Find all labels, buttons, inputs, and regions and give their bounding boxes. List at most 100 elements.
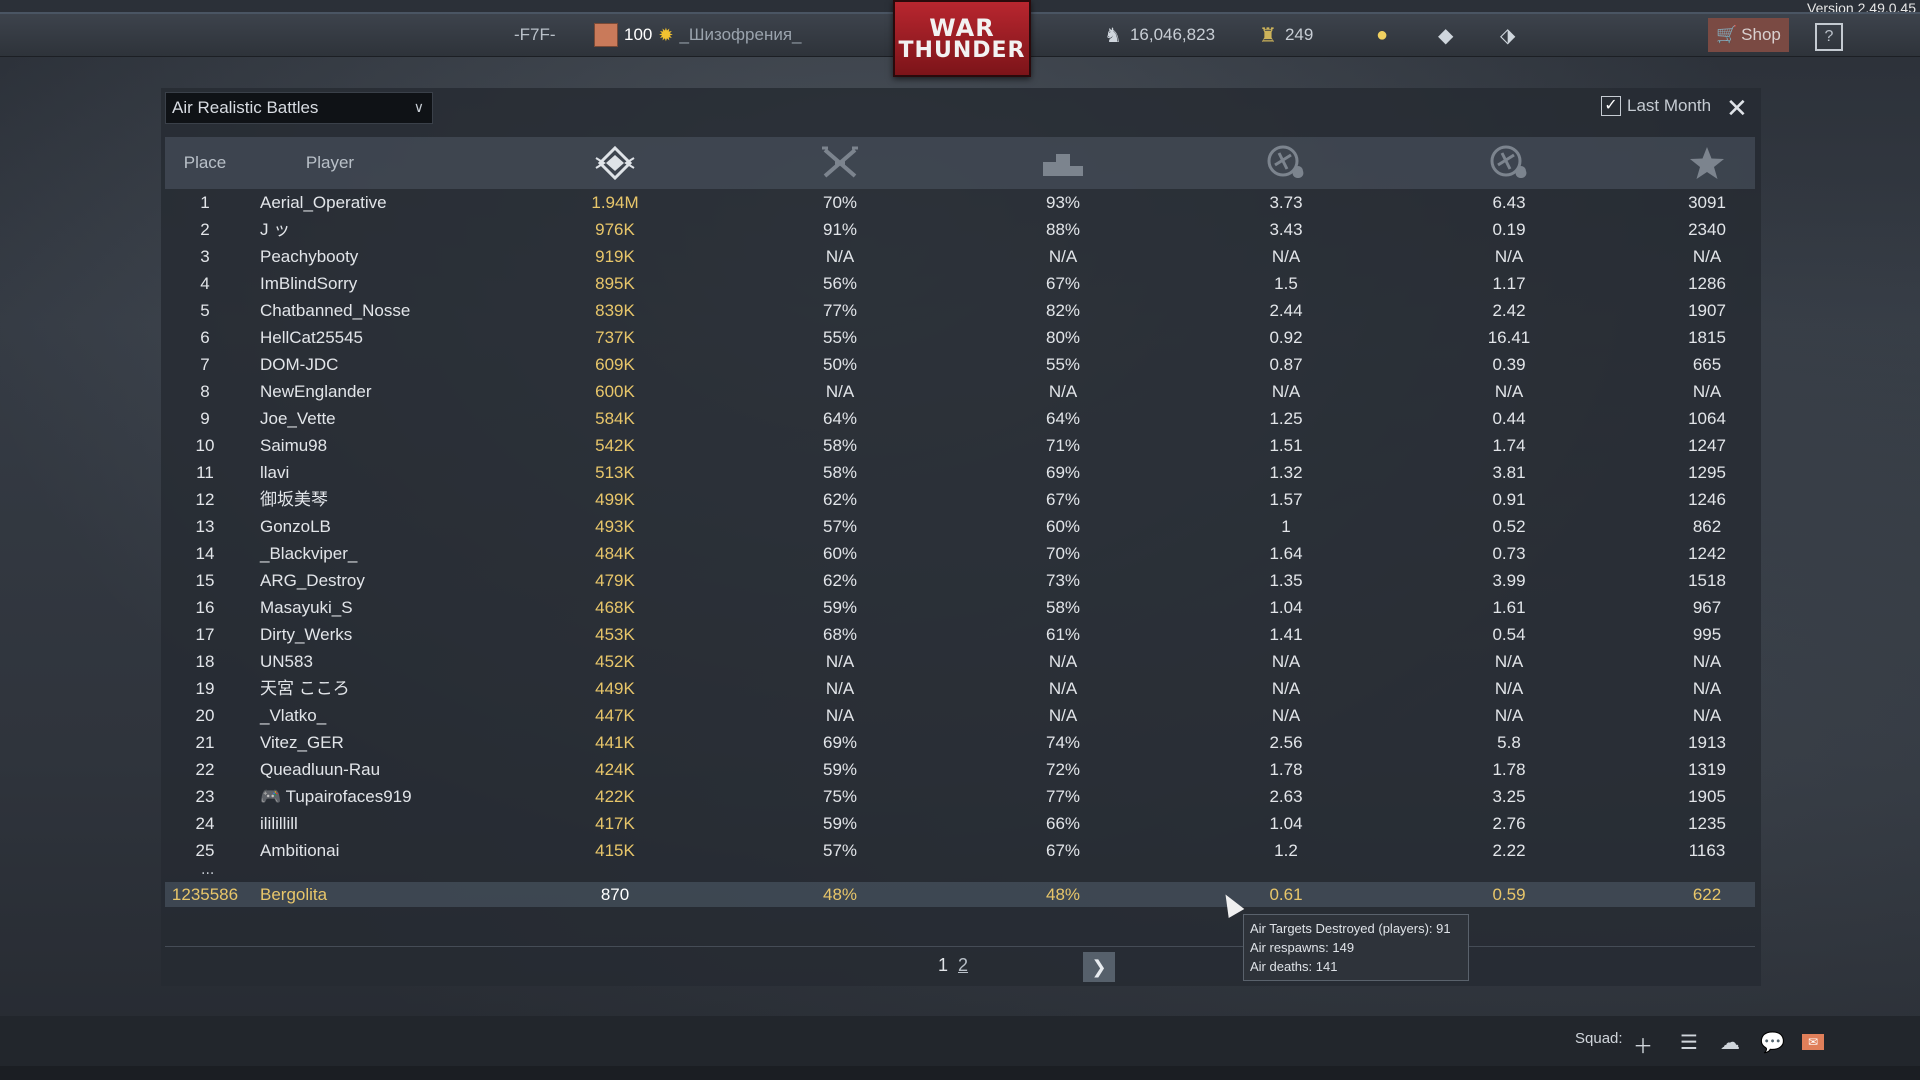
help-button[interactable]: ?	[1815, 23, 1843, 51]
row-battles: 1286	[1688, 274, 1726, 293]
list-icon[interactable]: ☰	[1680, 1030, 1698, 1054]
row-win-rate: N/A	[825, 247, 855, 266]
row-podium-rate: 73%	[1045, 571, 1081, 590]
place-header[interactable]: Place	[165, 137, 245, 189]
battles-star-icon[interactable]	[1662, 137, 1752, 189]
row-battles: 1246	[1688, 490, 1726, 509]
table-row[interactable]: 1 Aerial_Operative 1.94M 70% 93% 3.73 6.43 3091	[165, 189, 1755, 216]
player-level: 100	[624, 25, 653, 44]
contacts-icon[interactable]: ☁	[1720, 1030, 1740, 1054]
row-air-kills-per-spawn: 1.04	[1269, 598, 1303, 617]
row-ground-kills-per-spawn: 1.74	[1492, 436, 1526, 455]
row-place: 7	[200, 355, 210, 374]
bottom-strip	[0, 1066, 1920, 1080]
table-row[interactable]: 7 DOM-JDC 609K 50% 55% 0.87 0.39 665	[165, 351, 1755, 378]
coupon-tag-icon[interactable]: ⬗	[1500, 14, 1515, 56]
table-row[interactable]: 23 🎮 Tupairofaces919 422K 75% 77% 2.63 3.25 190…	[165, 783, 1755, 810]
table-row[interactable]: 10 Saimu98 542K 58% 71% 1.51 1.74 1247	[165, 432, 1755, 459]
table-row[interactable]: 5 Chatbanned_Nosse 839K 77% 82% 2.44 2.42 1907	[165, 297, 1755, 324]
table-row[interactable]: 8 NewEnglander 600K N/A N/A N/A N/A N/A	[165, 378, 1755, 405]
row-win-rate: N/A	[825, 706, 855, 725]
row-battles: 1247	[1688, 436, 1726, 455]
row-air-kills-per-spawn: 1.41	[1269, 625, 1303, 644]
page-2[interactable]: 2	[958, 955, 968, 976]
row-score: 919K	[595, 247, 635, 266]
shop-button[interactable]: 🛒 Shop	[1708, 18, 1789, 52]
row-air-kills-per-spawn: N/A	[1271, 382, 1301, 401]
row-place: 24	[195, 814, 215, 833]
ground-kills-per-spawn-icon[interactable]	[1439, 137, 1579, 189]
table-row[interactable]: 16 Masayuki_S 468K 59% 58% 1.04 1.61 967	[165, 594, 1755, 621]
my-podium-rate: 48%	[1045, 885, 1081, 904]
win-rate-icon[interactable]	[770, 137, 910, 189]
table-row[interactable]: 17 Dirty_Werks 453K 68% 61% 1.41 0.54 995	[165, 621, 1755, 648]
game-mode-dropdown[interactable]: Air Realistic Battles ∨	[165, 92, 433, 124]
chat-icon[interactable]: 💬	[1760, 1030, 1785, 1054]
row-player-name: Chatbanned_Nosse	[260, 301, 411, 320]
row-battles: N/A	[1692, 382, 1722, 401]
row-place: 15	[195, 571, 215, 590]
silver-lions[interactable]: ♞ 16,046,823	[1104, 14, 1215, 56]
row-air-kills-per-spawn: 1.25	[1269, 409, 1303, 428]
logo-line1: WAR	[929, 13, 995, 42]
table-row[interactable]: 12 御坂美琴 499K 62% 67% 1.57 0.91 1246	[165, 486, 1755, 513]
table-row[interactable]: 25 Ambitionai 415K 57% 67% 1.2 2.22 1163	[165, 837, 1755, 864]
podium-icon[interactable]	[993, 137, 1133, 189]
row-place: 13	[195, 517, 215, 536]
row-air-kills-per-spawn: 1.2	[1274, 841, 1298, 860]
ellipsis-text: ...	[201, 862, 215, 878]
air-kills-per-spawn-icon[interactable]	[1216, 137, 1356, 189]
row-score: 453K	[595, 625, 635, 644]
row-place: 20	[195, 706, 215, 725]
my-ground-kills-per-spawn: 0.59	[1492, 885, 1526, 904]
add-squad-member-icon[interactable]: ＋	[1633, 1030, 1653, 1059]
war-thunder-logo[interactable]: WAR THUNDER	[893, 0, 1031, 77]
row-battles: 665	[1692, 355, 1722, 374]
table-row[interactable]: 21 Vitez_GER 441K 69% 74% 2.56 5.8 1913	[165, 729, 1755, 756]
row-player-name: Dirty_Werks	[260, 625, 353, 644]
table-row[interactable]: 2 J ッ 976K 91% 88% 3.43 0.19 2340	[165, 216, 1755, 243]
checkbox-icon[interactable]: ✓	[1601, 96, 1621, 116]
table-row[interactable]: 6 HellCat25545 737K 55% 80% 0.92 16.41 1815	[165, 324, 1755, 351]
hint-lightbulb-icon[interactable]: ●	[1376, 14, 1388, 56]
table-row[interactable]: 13 GonzoLB 493K 57% 60% 1 0.52 862	[165, 513, 1755, 540]
tooltip-line: Air Targets Destroyed (players): 91	[1250, 921, 1451, 936]
row-place: 18	[195, 652, 215, 671]
row-win-rate: 62%	[822, 490, 858, 509]
page-1[interactable]: 1	[938, 955, 948, 976]
close-icon[interactable]: ✕	[1726, 94, 1748, 124]
avatar	[594, 23, 618, 47]
row-podium-rate: 69%	[1045, 463, 1081, 482]
table-row[interactable]: 18 UN583 452K N/A N/A N/A N/A N/A	[165, 648, 1755, 675]
table-row[interactable]: 15 ARG_Destroy 479K 62% 73% 1.35 3.99 1518	[165, 567, 1755, 594]
row-ground-kills-per-spawn: 3.99	[1492, 571, 1526, 590]
player-header[interactable]: Player	[260, 137, 400, 189]
table-row[interactable]: 9 Joe_Vette 584K 64% 64% 1.25 0.44 1064	[165, 405, 1755, 432]
mail-icon[interactable]: ✉	[1802, 1034, 1824, 1050]
table-row[interactable]: 24 ililillill 417K 59% 66% 1.04 2.76 1235	[165, 810, 1755, 837]
stat-tooltip: Air Targets Destroyed (players): 91 Air …	[1243, 914, 1469, 981]
cart-icon: 🛒	[1716, 25, 1738, 44]
table-row[interactable]: 3 Peachybooty 919K N/A N/A N/A N/A N/A	[165, 243, 1755, 270]
table-row[interactable]: 11 llavi 513K 58% 69% 1.32 3.81 1295	[165, 459, 1755, 486]
chevron-right-icon: ❯	[1091, 956, 1107, 978]
table-row[interactable]: 22 Queadluun-Rau 424K 59% 72% 1.78 1.78 1319	[165, 756, 1755, 783]
player-profile[interactable]: 100 ✹ _Шизофрения_	[594, 14, 802, 56]
table-row[interactable]: 4 ImBlindSorry 895K 56% 67% 1.5 1.17 1286	[165, 270, 1755, 297]
row-score: 484K	[595, 544, 635, 563]
golden-eagles[interactable]: ♜ 249	[1259, 14, 1313, 56]
table-row[interactable]: 20 _Vlatko_ 447K N/A N/A N/A N/A N/A	[165, 702, 1755, 729]
row-podium-rate: 88%	[1045, 220, 1081, 239]
row-score: 600K	[595, 382, 635, 401]
table-row[interactable]: 19 天宮 こころ 449K N/A N/A N/A N/A N/A	[165, 675, 1755, 702]
next-page-button[interactable]: ❯	[1083, 952, 1115, 982]
clan-tag[interactable]: -F7F-	[514, 14, 556, 56]
game-mode-value: Air Realistic Battles	[172, 98, 319, 117]
table-row[interactable]: 14 _Blackviper_ 484K 60% 70% 1.64 0.73 1242	[165, 540, 1755, 567]
warbond-diamond-icon[interactable]: ◆	[1438, 14, 1453, 56]
row-score: 499K	[595, 490, 635, 509]
my-rank-row[interactable]: 1235586 Bergolita 870 48% 48% 0.61 0.59 …	[165, 882, 1755, 907]
efficiency-icon[interactable]	[545, 137, 685, 189]
last-month-toggle[interactable]: ✓ Last Month	[1601, 96, 1711, 116]
row-place: 4	[200, 274, 210, 293]
